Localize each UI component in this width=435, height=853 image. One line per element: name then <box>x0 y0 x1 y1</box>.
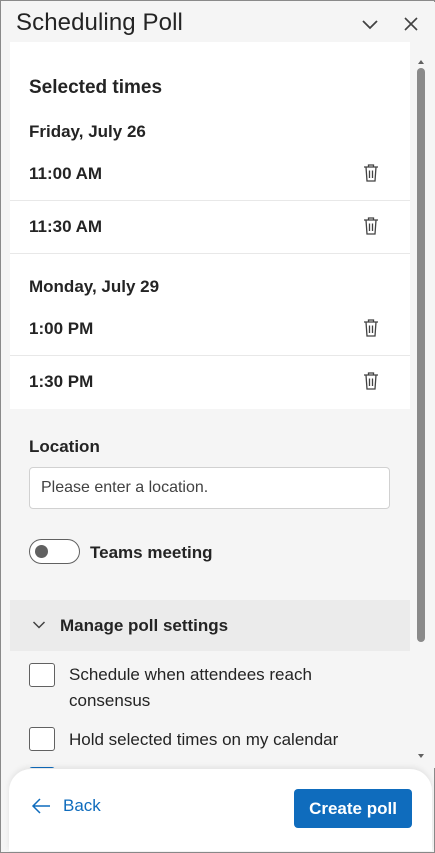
collapse-button[interactable] <box>360 14 380 34</box>
teams-meeting-toggle[interactable] <box>29 539 80 564</box>
teams-meeting-label: Teams meeting <box>90 543 213 562</box>
hold-times-checkbox-label: Hold selected times on my calendar <box>69 730 339 749</box>
day-label: Monday, July 29 <box>29 277 160 296</box>
trash-icon[interactable] <box>362 162 380 184</box>
chevron-down-icon <box>32 621 46 629</box>
location-label: Location <box>29 437 100 456</box>
day-label: Friday, July 26 <box>29 122 146 141</box>
create-poll-button[interactable]: Create poll <box>294 789 412 828</box>
consensus-checkbox-label: Schedule when attendees reach consensus <box>69 665 312 710</box>
pane-title: Scheduling Poll <box>16 9 183 36</box>
manage-poll-settings-label: Manage poll settings <box>60 616 229 635</box>
consensus-checkbox[interactable] <box>29 663 55 687</box>
time-slot-label: 11:30 AM <box>29 217 103 236</box>
trash-icon[interactable] <box>362 215 380 237</box>
time-slot-label: 11:00 AM <box>29 164 103 183</box>
scroll-up-arrow[interactable] <box>418 60 424 64</box>
time-slot-label: 1:30 PM <box>29 372 94 391</box>
trash-icon[interactable] <box>362 317 380 339</box>
scheduling-poll-pane: Scheduling Poll Selected times Friday, J… <box>0 0 435 853</box>
toggle-knob <box>35 545 48 558</box>
chevron-down-icon <box>362 20 378 30</box>
trash-icon[interactable] <box>362 370 380 392</box>
close-icon <box>404 17 418 31</box>
selected-times-title: Selected times <box>29 77 163 98</box>
scroll-down-arrow[interactable] <box>418 754 424 758</box>
time-slot-row: 1:30 PM <box>10 356 410 409</box>
time-slot-row: 11:00 AM <box>10 148 410 201</box>
pane-footer: Back Create poll <box>9 769 432 851</box>
time-slot-row: 11:30 AM <box>10 201 410 254</box>
hold-times-checkbox[interactable] <box>29 727 55 751</box>
back-button[interactable]: Back <box>31 796 101 816</box>
manage-poll-settings-header[interactable]: Manage poll settings <box>10 600 410 651</box>
scrollbar-thumb[interactable] <box>417 68 425 642</box>
poll-option-checkbox[interactable] <box>29 767 55 768</box>
arrow-left-icon <box>31 798 50 814</box>
pane-content[interactable]: Selected times Friday, July 26 11:00 AM … <box>2 42 435 768</box>
time-slot-label: 1:00 PM <box>29 319 94 338</box>
pane-header: Scheduling Poll <box>2 2 435 42</box>
location-input[interactable] <box>29 467 390 509</box>
time-slot-row: 1:00 PM <box>10 303 410 356</box>
back-button-label: Back <box>63 796 101 815</box>
close-button[interactable] <box>401 14 421 34</box>
